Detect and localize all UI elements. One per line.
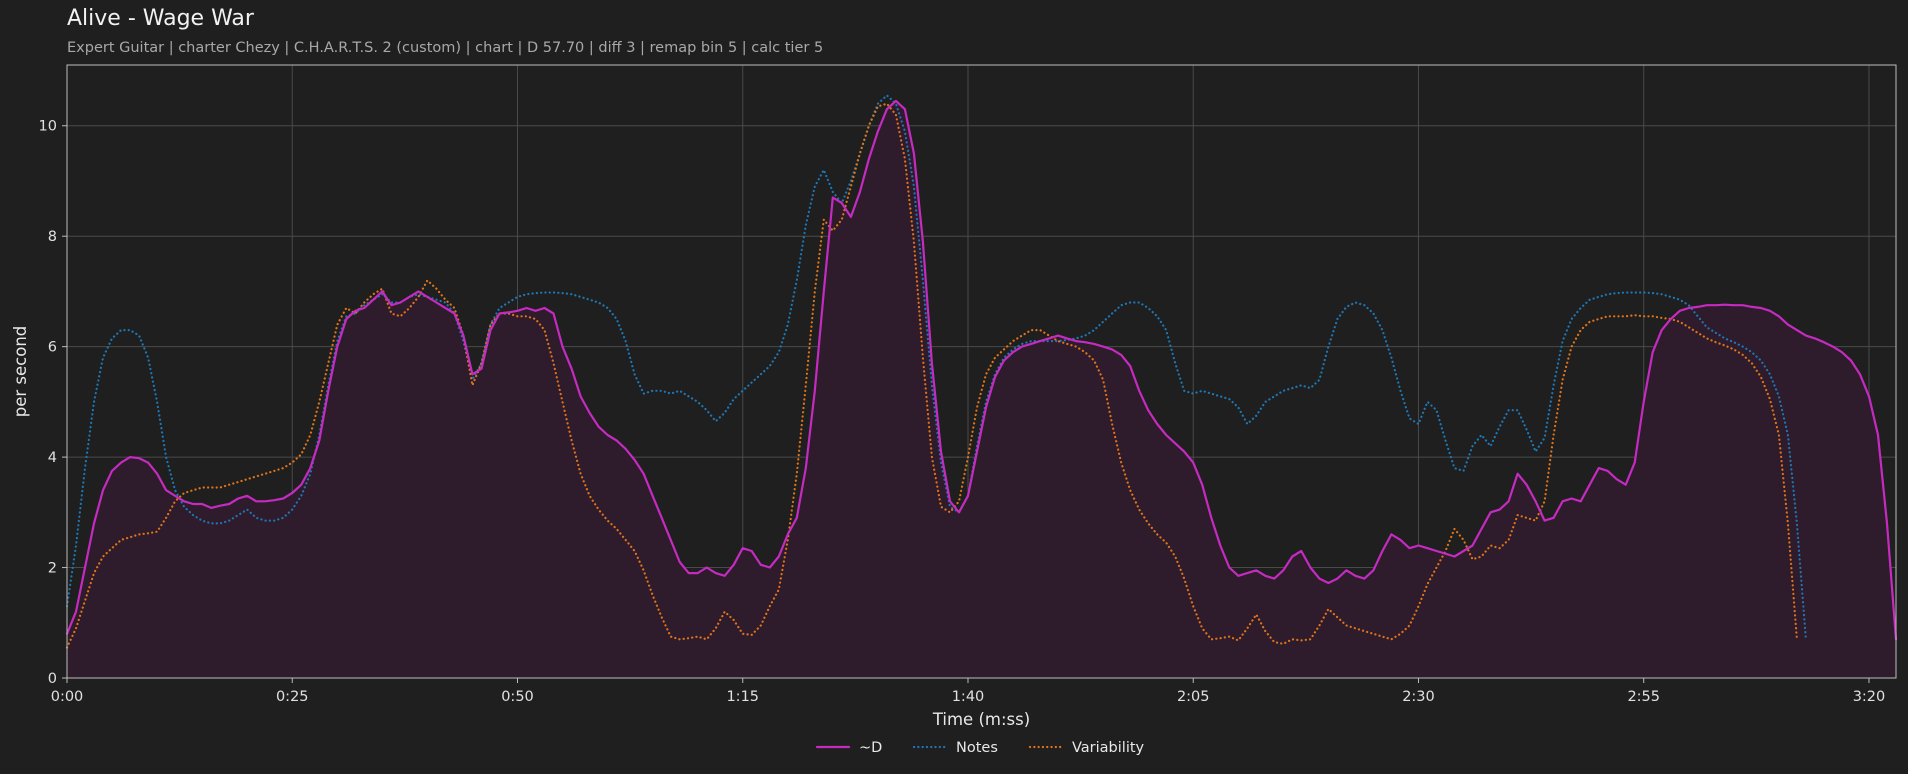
y-tick-label: 0 [48,671,57,687]
legend-label-variability: Variability [1072,740,1145,756]
chart-canvas: 0:00 0:25 0:50 1:15 1:40 2:05 2:30 2:55 3:20 0 2 4… [11,64,1898,756]
legend-label-d: ~D [859,740,882,756]
x-tick-label: 1:15 [726,689,759,705]
y-tick-label: 8 [48,229,57,245]
y-axis-label: per second [11,326,30,418]
y-tick-label: 6 [48,340,57,356]
x-tick-label: 2:30 [1402,689,1435,705]
x-tick-label: 0:00 [51,689,84,705]
y-tick-label: 4 [48,450,57,466]
x-tick-label: 3:20 [1853,689,1886,705]
x-axis-ticks: 0:00 0:25 0:50 1:15 1:40 2:05 2:30 2:55 3:20 [51,678,1886,705]
x-tick-label: 2:05 [1177,689,1210,705]
legend-label-notes: Notes [956,740,998,756]
legend: ~D Notes Variability [815,740,1145,756]
x-tick-label: 0:50 [501,689,534,705]
y-tick-label: 2 [48,561,57,577]
y-tick-label: 10 [39,119,57,135]
x-tick-label: 1:40 [952,689,985,705]
x-axis-label: Time (m:ss) [932,710,1030,729]
x-tick-label: 2:55 [1627,689,1660,705]
y-axis-ticks: 0 2 4 6 8 10 [39,119,67,687]
x-tick-label: 0:25 [276,689,309,705]
